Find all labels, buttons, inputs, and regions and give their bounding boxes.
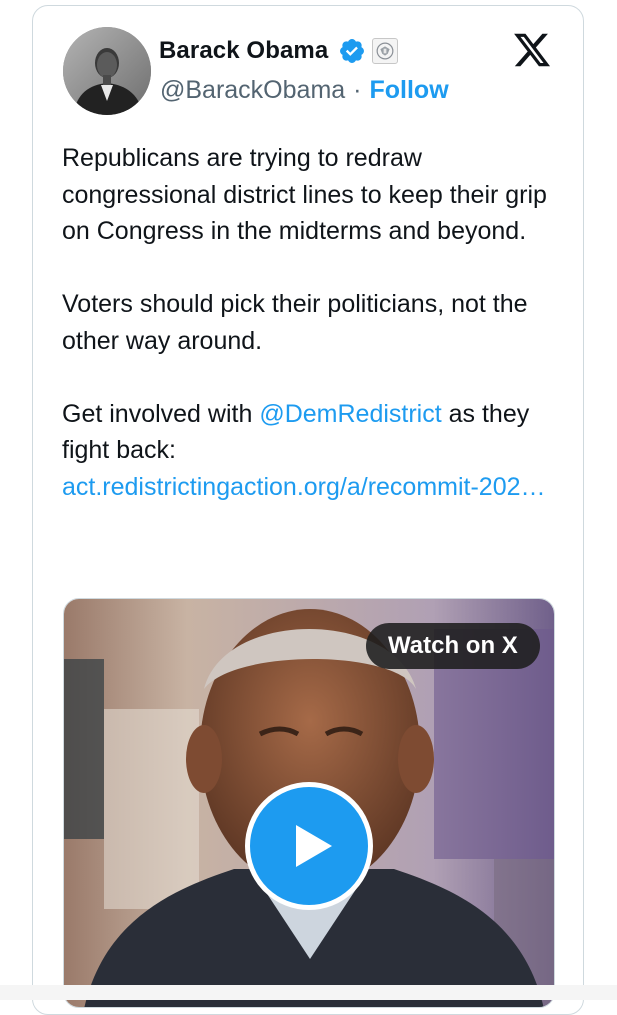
mention-link[interactable]: @DemRedistrict: [259, 400, 441, 428]
tweet-paragraph: Republicans are trying to redraw congres…: [62, 144, 547, 245]
tweet-paragraph: Get involved with @DemRedistrict as they…: [62, 396, 562, 506]
author-handle[interactable]: @BarackObama: [160, 76, 345, 105]
government-seal-icon: [372, 38, 399, 64]
handle-row: @BarackObama · Follow: [160, 76, 449, 105]
tweet-text: Republicans are trying to redraw congres…: [62, 140, 562, 505]
separator-dot: ·: [353, 76, 362, 104]
x-logo-icon[interactable]: [511, 30, 553, 70]
tweet-paragraph: Voters should pick their politicians, no…: [62, 290, 528, 355]
avatar[interactable]: [63, 27, 151, 115]
author-name[interactable]: Barack Obama: [159, 37, 328, 65]
play-icon: [296, 825, 332, 867]
verified-badge-icon: [340, 39, 365, 63]
author-row: Barack Obama: [159, 37, 399, 65]
tweet-text-segment: Get involved with: [62, 399, 260, 428]
tweet-embed-card[interactable]: Barack Obama @BarackObama · Follow Repub…: [32, 5, 584, 1015]
play-button[interactable]: [245, 782, 373, 910]
external-link[interactable]: act.redistrictingaction.org/a/recommit-2…: [62, 473, 546, 501]
page-bottom-strip: [0, 985, 617, 1000]
follow-button[interactable]: Follow: [370, 76, 449, 105]
video-preview[interactable]: Watch on X: [63, 598, 555, 1008]
watch-on-x-button[interactable]: Watch on X: [366, 623, 540, 669]
